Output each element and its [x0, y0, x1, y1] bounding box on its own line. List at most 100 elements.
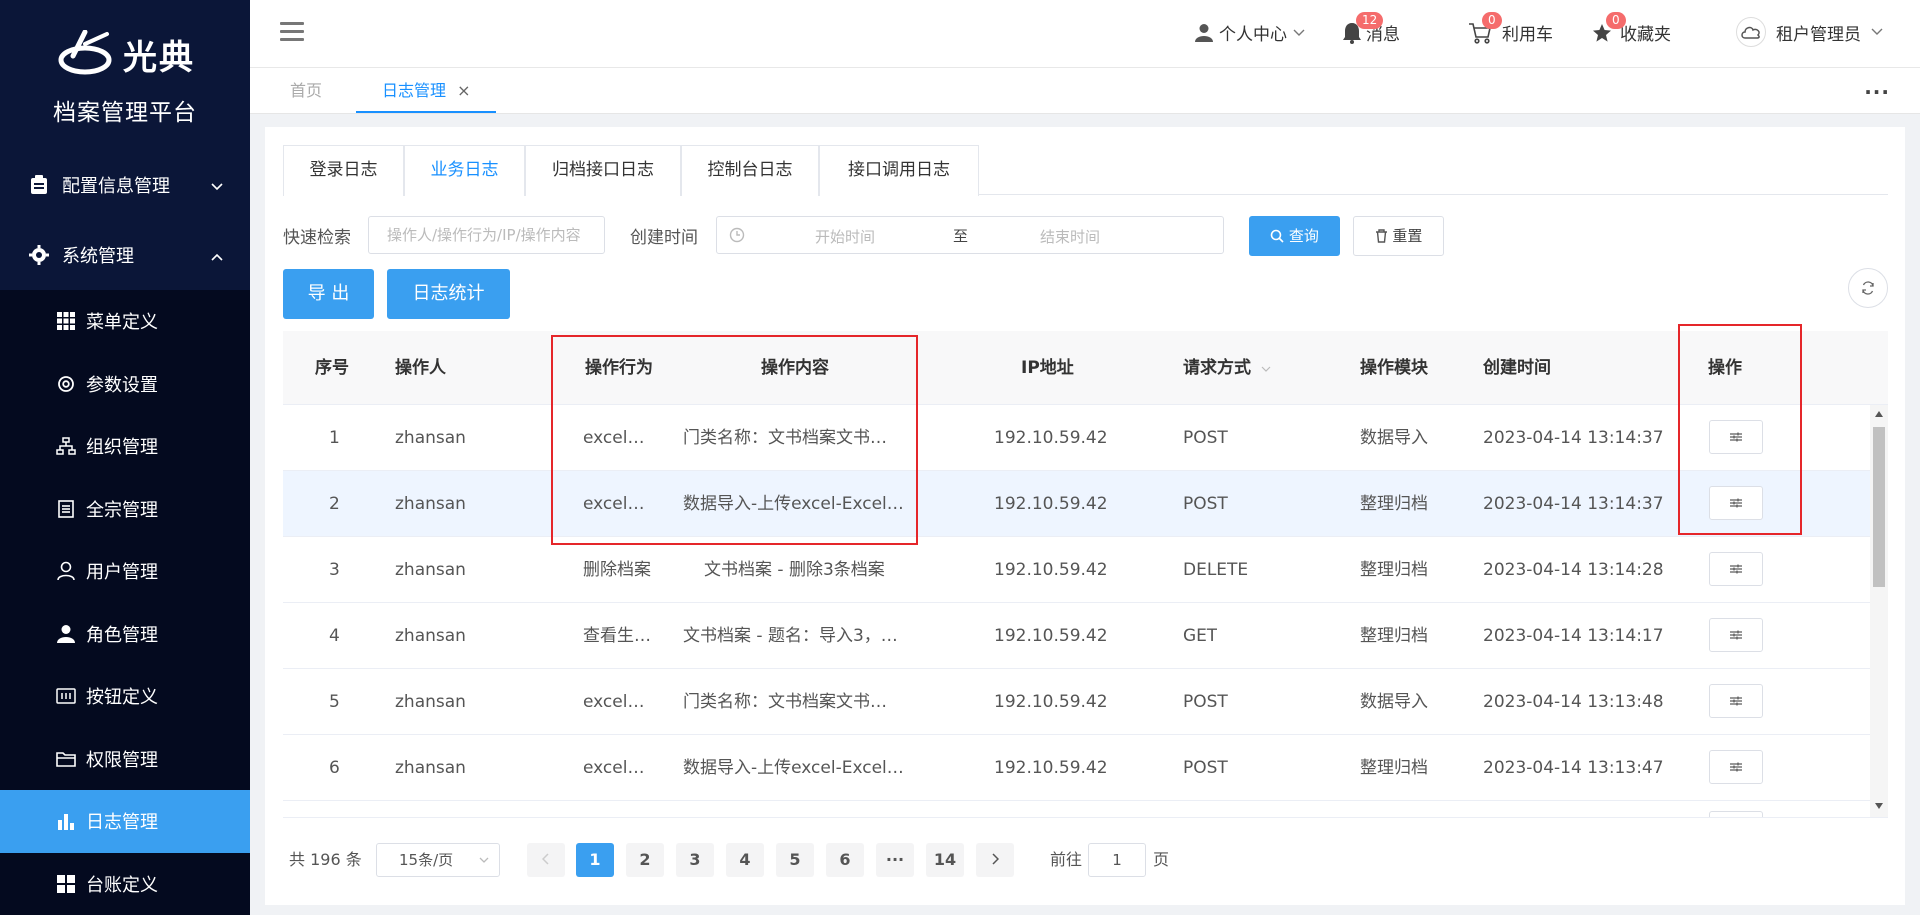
cell-operator: zhansan — [395, 428, 466, 448]
grid-icon — [55, 873, 77, 895]
query-button[interactable]: 查询 — [1249, 216, 1340, 256]
table-row[interactable]: 5 zhansan excel… 门类名称：文书档案文书… 192.10.59.… — [283, 669, 1870, 735]
col-method-label: 请求方式 — [1183, 358, 1251, 378]
more-icon[interactable]: ··· — [1864, 80, 1890, 104]
start-date-input[interactable]: 开始时间 — [815, 226, 875, 247]
role-icon — [55, 623, 77, 645]
col-module: 操作模块 — [1360, 358, 1428, 378]
user-center-label: 个人中心 — [1219, 25, 1287, 45]
menu-group-system[interactable]: 系统管理 — [0, 220, 250, 290]
row-settings-button[interactable] — [1709, 750, 1763, 784]
cart-button[interactable]: 0 利用车 — [1468, 12, 1553, 45]
tab-console-log[interactable]: 控制台日志 — [681, 145, 819, 196]
table-row[interactable]: 1 zhansan excel… 门类名称：文书档案文书… 192.10.59.… — [283, 405, 1870, 471]
close-icon[interactable]: × — [457, 81, 470, 100]
export-button[interactable]: 导 出 — [283, 269, 374, 319]
col-method[interactable]: 请求方式 — [1183, 331, 1271, 405]
row-settings-button[interactable] — [1709, 552, 1763, 586]
sliders-icon — [1730, 630, 1742, 640]
page-button-1[interactable]: 1 — [576, 843, 614, 877]
cell-created: 2023-04-14 13:14:37 — [1483, 428, 1664, 448]
sidebar-item-label: 角色管理 — [86, 624, 158, 646]
favorites-label: 收藏夹 — [1620, 25, 1671, 45]
col-ip: IP地址 — [1021, 358, 1074, 378]
page-button-2[interactable]: 2 — [626, 843, 664, 877]
cell-operator: zhansan — [395, 560, 466, 580]
doc-icon — [55, 498, 77, 520]
scroll-up-icon — [1875, 411, 1883, 417]
table-bottom-border — [283, 817, 1888, 818]
sidebar-item-params[interactable]: 参数设置 — [0, 353, 250, 416]
tab-archive-api-log[interactable]: 归档接口日志 — [525, 145, 681, 196]
page-size-value: 15条/页 — [399, 851, 454, 869]
scroll-thumb[interactable] — [1873, 427, 1885, 587]
reset-button[interactable]: 重置 — [1353, 216, 1444, 256]
folder-icon — [55, 748, 77, 770]
page-button-4[interactable]: 4 — [726, 843, 764, 877]
col-created: 创建时间 — [1483, 358, 1551, 378]
quick-search-input[interactable]: 操作人/操作行为/IP/操作内容 — [368, 216, 605, 254]
page-button-5[interactable]: 5 — [776, 843, 814, 877]
tab-label: 日志管理 — [382, 81, 447, 100]
sidebar-item-permissions[interactable]: 权限管理 — [0, 728, 250, 791]
admin-menu[interactable]: 租户管理员 — [1736, 17, 1883, 47]
cell-operator: zhansan — [395, 692, 466, 712]
table-row[interactable]: 2 zhansan excel… 数据导入-上传excel-Excel… 192… — [283, 471, 1870, 537]
logo-text: 光典 — [123, 37, 195, 78]
messages-button[interactable]: 12 消息 — [1342, 12, 1400, 45]
sidebar-item-label: 日志管理 — [86, 812, 158, 834]
table-row[interactable]: 4 zhansan 查看生… 文书档案 - 题名：导入3，… 192.10.59… — [283, 603, 1870, 669]
menu-group-config[interactable]: 配置信息管理 — [0, 150, 250, 220]
favorites-badge: 0 — [1606, 12, 1626, 29]
sidebar-item-buttons[interactable]: 按钮定义 — [0, 665, 250, 728]
sliders-icon — [1730, 762, 1742, 772]
chevron-up-icon — [210, 246, 224, 267]
sidebar-item-menu-def[interactable]: 菜单定义 — [0, 290, 250, 353]
cell-method: POST — [1183, 494, 1228, 514]
row-settings-button[interactable] — [1709, 618, 1763, 652]
sidebar-item-users[interactable]: 用户管理 — [0, 540, 250, 603]
tab-business-log[interactable]: 业务日志 — [404, 145, 525, 196]
page-button-6[interactable]: 6 — [826, 843, 864, 877]
chevron-right-icon — [992, 853, 1000, 865]
sidebar-item-fonds[interactable]: 全宗管理 — [0, 478, 250, 541]
table-scrollbar[interactable] — [1870, 405, 1888, 817]
col-index: 序号 — [315, 358, 349, 378]
submenu: 菜单定义 参数设置 组织管理 全宗管理 用户管理 角色管理 按钮定义 权限管理 — [0, 290, 250, 915]
menu-group-label: 系统管理 — [62, 246, 134, 267]
platform-title: 档案管理平台 — [53, 99, 197, 126]
page-tab-bar: 首页 日志管理 × ··· — [250, 68, 1920, 114]
table-row[interactable]: 3 zhansan 删除档案 文书档案 - 删除3条档案 192.10.59.4… — [283, 537, 1870, 603]
date-range-picker[interactable]: 开始时间 至 结束时间 — [716, 216, 1224, 254]
log-stats-button[interactable]: 日志统计 — [387, 269, 510, 319]
goto-page-input[interactable]: 1 — [1088, 843, 1146, 877]
prev-page-button[interactable] — [527, 843, 565, 877]
clipboard-icon — [28, 174, 50, 196]
person-icon — [1195, 23, 1213, 42]
page-ellipsis[interactable]: ··· — [876, 843, 914, 877]
cell-operator: zhansan — [395, 494, 466, 514]
refresh-button[interactable] — [1848, 268, 1888, 308]
cell-method: GET — [1183, 626, 1218, 646]
end-date-input[interactable]: 结束时间 — [1040, 226, 1100, 247]
cell-ip: 192.10.59.42 — [994, 494, 1108, 514]
page-button-3[interactable]: 3 — [676, 843, 714, 877]
tab-log-management[interactable]: 日志管理 × — [356, 68, 496, 113]
page-button-14[interactable]: 14 — [926, 843, 964, 877]
sidebar-item-ledger[interactable]: 台账定义 — [0, 853, 250, 915]
tab-home[interactable]: 首页 — [290, 68, 322, 113]
search-icon — [1270, 229, 1284, 243]
sidebar-item-org[interactable]: 组织管理 — [0, 415, 250, 478]
row-settings-button[interactable] — [1709, 684, 1763, 718]
user-center-menu[interactable]: 个人中心 — [1195, 20, 1305, 45]
tab-api-call-log[interactable]: 接口调用日志 — [819, 145, 979, 196]
menu-toggle-icon[interactable] — [280, 22, 304, 42]
table-row[interactable]: 6 zhansan excel… 数据导入-上传excel-Excel… 192… — [283, 735, 1870, 801]
sidebar-item-roles[interactable]: 角色管理 — [0, 603, 250, 666]
favorites-button[interactable]: 0 收藏夹 — [1592, 12, 1671, 45]
page-size-select[interactable]: 15条/页 — [376, 843, 500, 877]
sidebar-item-logs[interactable]: 日志管理 — [0, 790, 250, 853]
tab-login-log[interactable]: 登录日志 — [283, 145, 404, 196]
next-page-button[interactable] — [976, 843, 1014, 877]
cell-ip: 192.10.59.42 — [994, 692, 1108, 712]
